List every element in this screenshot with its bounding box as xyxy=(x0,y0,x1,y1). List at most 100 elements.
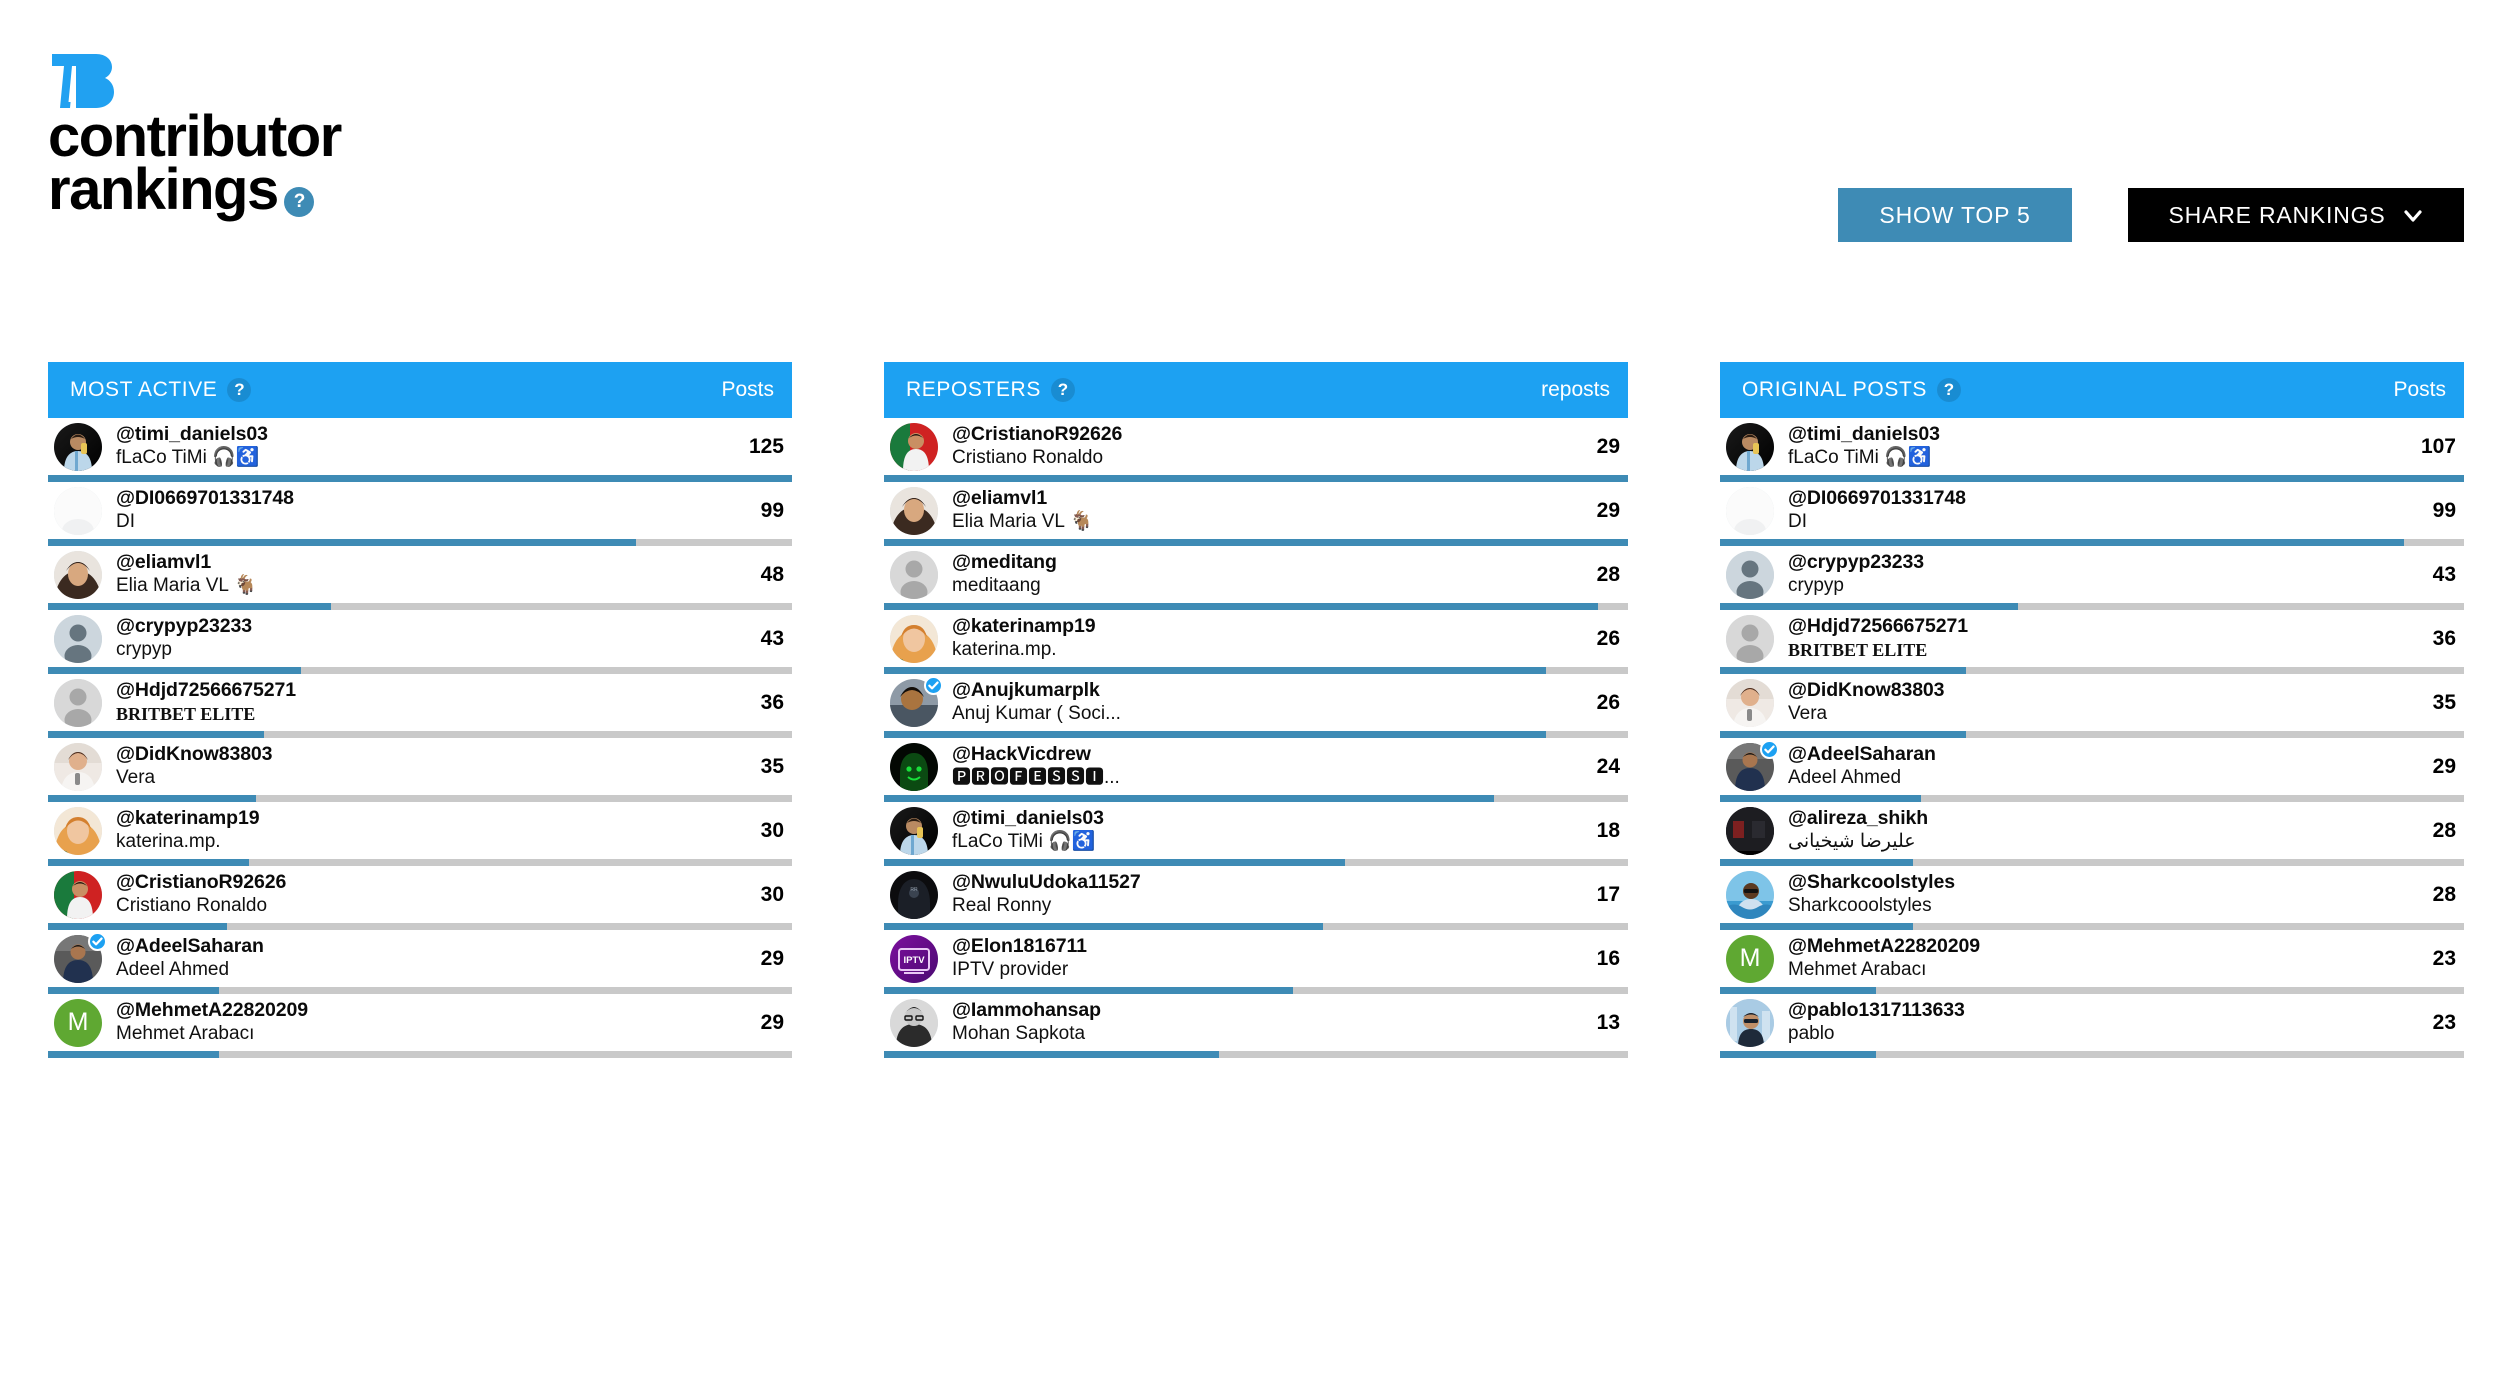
user-handle[interactable]: @Elon1816711 xyxy=(952,935,1597,957)
ranking-row[interactable]: @alireza_shikh علیرضا شیخیانی 28 xyxy=(1720,802,2464,859)
avatar[interactable]: RR xyxy=(890,870,938,919)
avatar[interactable] xyxy=(890,806,938,855)
user-handle[interactable]: @CristianoR92626 xyxy=(116,871,761,893)
ranking-row[interactable]: @AdeelSaharan Adeel Ahmed 29 xyxy=(1720,738,2464,795)
ranking-row[interactable]: @DidKnow83803 Vera 35 xyxy=(48,738,792,795)
ranking-row[interactable]: @CristianoR92626 Cristiano Ronaldo 29 xyxy=(884,418,1628,475)
user-handle[interactable]: @timi_daniels03 xyxy=(952,807,1597,829)
ranking-row[interactable]: @timi_daniels03 fLaCo TiMi 🎧♿ 107 xyxy=(1720,418,2464,475)
user-handle[interactable]: @katerinamp19 xyxy=(116,807,761,829)
user-handle[interactable]: @timi_daniels03 xyxy=(1788,423,2421,445)
user-handle[interactable]: @eliamvl1 xyxy=(952,487,1597,509)
avatar[interactable] xyxy=(1726,678,1774,727)
show-top-5-button[interactable]: SHOW TOP 5 xyxy=(1838,188,2072,242)
progress-bar-fill xyxy=(48,475,792,482)
ranking-row[interactable]: @CristianoR92626 Cristiano Ronaldo 30 xyxy=(48,866,792,923)
column-help-icon[interactable]: ? xyxy=(1937,378,1961,402)
avatar[interactable] xyxy=(54,614,102,663)
avatar[interactable] xyxy=(1726,422,1774,471)
user-handle[interactable]: @MehmetA22820209 xyxy=(1788,935,2433,957)
column-help-icon[interactable]: ? xyxy=(227,378,252,402)
user-handle[interactable]: @DI0669701331748 xyxy=(1788,487,2433,509)
avatar[interactable] xyxy=(890,742,938,791)
avatar[interactable] xyxy=(1726,614,1774,663)
avatar[interactable] xyxy=(890,614,938,663)
avatar[interactable]: M xyxy=(1726,934,1774,983)
avatar[interactable] xyxy=(890,998,938,1047)
user-handle[interactable]: @katerinamp19 xyxy=(952,615,1597,637)
ranking-row[interactable]: @HackVicdrew 🅿🆁🅾🅵🅴🆂🆂🅸... 24 xyxy=(884,738,1628,795)
title-help-icon[interactable]: ? xyxy=(283,187,314,218)
avatar[interactable] xyxy=(54,422,102,471)
ranking-row[interactable]: IPTV @Elon1816711 IPTV provider 16 xyxy=(884,930,1628,987)
ranking-row[interactable]: @Sharkcoolstyles Sharkcooolstyles 28 xyxy=(1720,866,2464,923)
ranking-row[interactable]: @Anujkumarplk Anuj Kumar ( Soci... 26 xyxy=(884,674,1628,731)
avatar[interactable] xyxy=(1726,806,1774,855)
avatar[interactable] xyxy=(890,675,943,727)
avatar[interactable] xyxy=(1726,550,1774,599)
avatar[interactable] xyxy=(1726,739,1779,791)
avatar[interactable] xyxy=(54,806,102,855)
user-handle[interactable]: @MehmetA22820209 xyxy=(116,999,761,1021)
ranking-row[interactable]: @crypyp23233 crypyp 43 xyxy=(48,610,792,667)
user-handle[interactable]: @Anujkumarplk xyxy=(952,679,1597,701)
user-handle[interactable]: @timi_daniels03 xyxy=(116,423,749,445)
ranking-row[interactable]: @pablo1317113633 pablo 23 xyxy=(1720,994,2464,1051)
ranking-row[interactable]: M @MehmetA22820209 Mehmet Arabacı 23 xyxy=(1720,930,2464,987)
user-handle[interactable]: @Hdjd72566675271 xyxy=(116,679,761,701)
user-handle[interactable]: @DidKnow83803 xyxy=(116,743,761,765)
ranking-row[interactable]: @meditang meditaang 28 xyxy=(884,546,1628,603)
avatar-image xyxy=(1726,806,1774,855)
user-handle[interactable]: @meditang xyxy=(952,551,1597,573)
avatar[interactable] xyxy=(1726,998,1774,1047)
user-handle[interactable]: @alireza_shikh xyxy=(1788,807,2433,829)
ranking-row[interactable]: @katerinamp19 katerina.mp. 26 xyxy=(884,610,1628,667)
avatar[interactable] xyxy=(1726,486,1774,535)
user-handle[interactable]: @eliamvl1 xyxy=(116,551,761,573)
user-handle[interactable]: @Sharkcoolstyles xyxy=(1788,871,2433,893)
avatar[interactable] xyxy=(890,422,938,471)
user-handle[interactable]: @AdeelSaharan xyxy=(116,935,761,957)
avatar[interactable] xyxy=(54,742,102,791)
progress-bar-track xyxy=(1720,475,2464,482)
avatar[interactable] xyxy=(890,486,938,535)
user-handle[interactable]: @CristianoR92626 xyxy=(952,423,1597,445)
ranking-row[interactable]: @Iammohansap Mohan Sapkota 13 xyxy=(884,994,1628,1051)
avatar[interactable] xyxy=(54,486,102,535)
user-handle[interactable]: @Iammohansap xyxy=(952,999,1597,1021)
ranking-row[interactable]: @Hdjd72566675271 BRITBET ELITE 36 xyxy=(1720,610,2464,667)
user-handle[interactable]: @DidKnow83803 xyxy=(1788,679,2433,701)
ranking-row[interactable]: @AdeelSaharan Adeel Ahmed 29 xyxy=(48,930,792,987)
avatar[interactable] xyxy=(890,550,938,599)
avatar[interactable]: M xyxy=(54,998,102,1047)
ranking-row[interactable]: @timi_daniels03 fLaCo TiMi 🎧♿ 18 xyxy=(884,802,1628,859)
user-handle[interactable]: @crypyp23233 xyxy=(116,615,761,637)
ranking-row[interactable]: @Hdjd72566675271 BRITBET ELITE 36 xyxy=(48,674,792,731)
ranking-row[interactable]: RR @NwuluUdoka11527 Real Ronny 17 xyxy=(884,866,1628,923)
user-handle[interactable]: @DI0669701331748 xyxy=(116,487,761,509)
ranking-row[interactable]: @DidKnow83803 Vera 35 xyxy=(1720,674,2464,731)
user-display-name: fLaCo TiMi 🎧♿ xyxy=(952,831,1096,853)
avatar[interactable] xyxy=(54,931,107,983)
user-handle[interactable]: @pablo1317113633 xyxy=(1788,999,2433,1021)
column-help-icon[interactable]: ? xyxy=(1050,378,1075,402)
ranking-row[interactable]: @crypyp23233 crypyp 43 xyxy=(1720,546,2464,603)
ranking-row[interactable]: @DI0669701331748 DI 99 xyxy=(48,482,792,539)
ranking-row[interactable]: M @MehmetA22820209 Mehmet Arabacı 29 xyxy=(48,994,792,1051)
user-handle[interactable]: @NwuluUdoka11527 xyxy=(952,871,1597,893)
ranking-row[interactable]: @timi_daniels03 fLaCo TiMi 🎧♿ 125 xyxy=(48,418,792,475)
user-handle[interactable]: @Hdjd72566675271 xyxy=(1788,615,2433,637)
user-handle[interactable]: @HackVicdrew xyxy=(952,743,1597,765)
user-handle[interactable]: @crypyp23233 xyxy=(1788,551,2433,573)
avatar[interactable] xyxy=(1726,870,1774,919)
ranking-row[interactable]: @eliamvl1 Elia Maria VL 🐐 48 xyxy=(48,546,792,603)
avatar[interactable] xyxy=(54,550,102,599)
ranking-row[interactable]: @eliamvl1 Elia Maria VL 🐐 29 xyxy=(884,482,1628,539)
avatar[interactable] xyxy=(54,870,102,919)
ranking-row[interactable]: @katerinamp19 katerina.mp. 30 xyxy=(48,802,792,859)
avatar[interactable] xyxy=(54,678,102,727)
avatar[interactable]: IPTV xyxy=(890,934,938,983)
user-handle[interactable]: @AdeelSaharan xyxy=(1788,743,2433,765)
share-rankings-button[interactable]: SHARE RANKINGS xyxy=(2128,188,2464,242)
ranking-row[interactable]: @DI0669701331748 DI 99 xyxy=(1720,482,2464,539)
